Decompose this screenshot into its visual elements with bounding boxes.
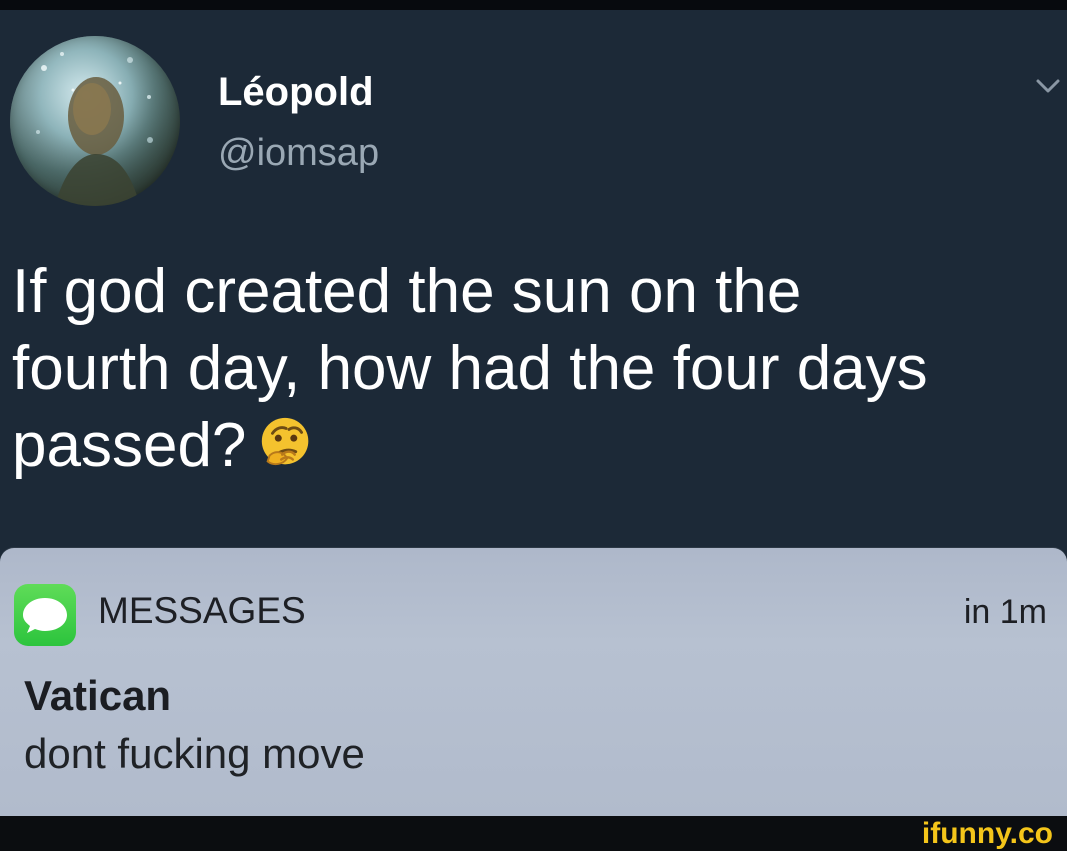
tweet-text: If god created the sun on the fourth day… — [12, 253, 1042, 484]
chevron-down-icon[interactable] — [1034, 72, 1062, 100]
messages-icon — [14, 584, 76, 646]
profile-photo-icon — [10, 36, 180, 206]
top-edge — [0, 0, 1067, 10]
username-handle[interactable]: @iomsap — [218, 134, 379, 172]
notification-time: in 1m — [963, 593, 1047, 631]
notification-message: dont fucking move — [24, 730, 365, 777]
notification-sender: Vatican — [24, 672, 172, 719]
display-name[interactable]: Léopold — [218, 72, 374, 112]
message-notification[interactable]: MESSAGES in 1m Vatican dont fucking move — [0, 548, 1067, 816]
avatar[interactable] — [10, 36, 180, 206]
tweet-line-1: If god created the sun on the — [12, 257, 802, 326]
notification-app-name: MESSAGES — [98, 590, 306, 631]
screenshot-screen: Léopold @iomsap If god created the sun o… — [0, 0, 1067, 851]
tweet-line-3: passed? — [12, 407, 1042, 484]
tweet-line-3-text: passed? — [12, 411, 247, 480]
bottom-strip — [0, 816, 1067, 851]
tweet-line-2: fourth day, how had the four days — [12, 334, 928, 403]
watermark: ifunny.co — [921, 817, 1053, 850]
thinking-face-emoji-icon — [256, 412, 318, 474]
